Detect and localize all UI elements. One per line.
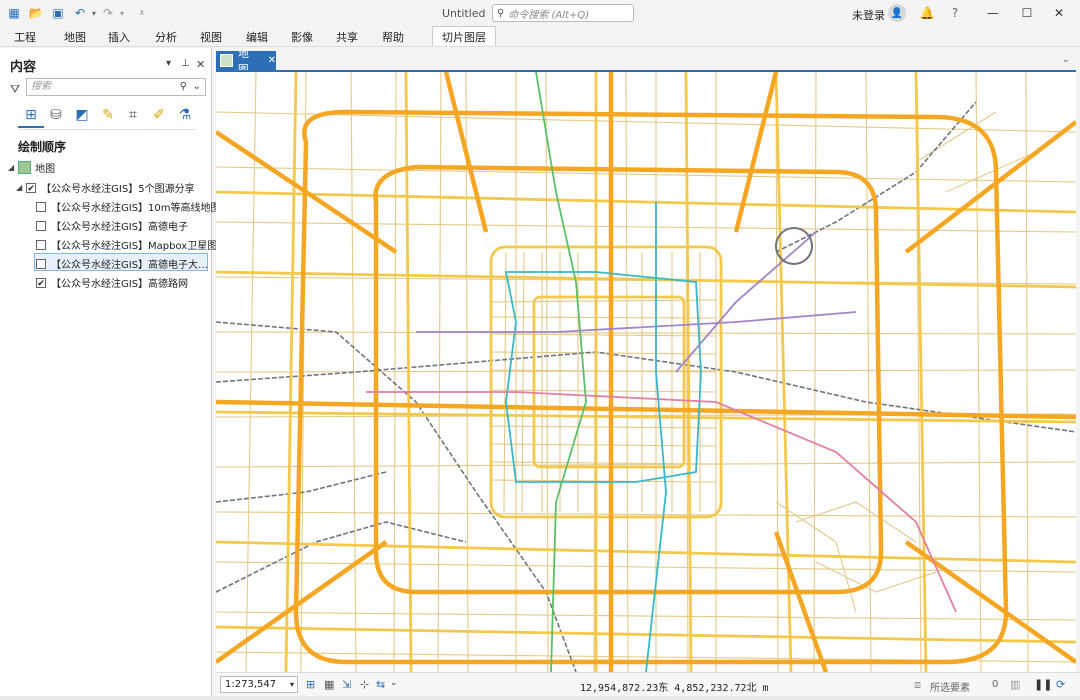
selection-icon: ⧈ xyxy=(914,678,921,691)
collapse-triangle-icon[interactable]: ◢ xyxy=(16,183,22,192)
layer-item[interactable]: 【公众号水经注GIS】高德电子 xyxy=(36,218,188,233)
layer-item[interactable]: 【公众号水经注GIS】Mapbox卫星图 xyxy=(36,237,217,252)
minimize-button[interactable]: — xyxy=(984,4,1002,22)
redo-dropdown-icon[interactable]: ▾ xyxy=(114,5,130,21)
scale-selector[interactable]: 1:273,547 ▾ xyxy=(220,676,298,693)
list-by-editing-icon[interactable]: ✎ xyxy=(99,106,117,124)
search-icon[interactable]: ⚲ xyxy=(180,79,187,95)
coordinate-readout: 12,954,872.23东 4,852,232.72北 m xyxy=(580,683,769,694)
save-icon[interactable]: ▣ xyxy=(50,5,66,21)
refresh-icon[interactable]: ⟳ xyxy=(1056,678,1065,691)
contents-search-placeholder: 搜索 xyxy=(31,81,51,92)
close-button[interactable]: ✕ xyxy=(1050,4,1068,22)
layer-checkbox[interactable] xyxy=(36,220,46,231)
fixed-zoom-icon[interactable]: ⊞ xyxy=(306,678,315,691)
open-folder-icon[interactable]: 📂 xyxy=(28,5,44,21)
layer-item[interactable]: ✔ 【公众号水经注GIS】高德路网 xyxy=(36,275,188,290)
layer-label: 【公众号水经注GIS】高德路网 xyxy=(51,279,189,290)
map-icon xyxy=(18,161,32,174)
tab-edit[interactable]: 编辑 xyxy=(246,29,268,45)
tab-analysis[interactable]: 分析 xyxy=(155,29,177,45)
ribbon-tabs: 工程 地图 插入 分析 视图 编辑 影像 共享 帮助 切片图层 xyxy=(0,26,1080,47)
layer-checkbox[interactable]: ✔ xyxy=(36,277,46,289)
title-bar: ▦ 📂 ▣ ↶ ▾ ↷ ▾ ⩡ Untitled ⚲ 命令搜索 (Alt+Q) 未… xyxy=(0,0,1080,26)
active-tool-indicator xyxy=(18,126,44,128)
map-canvas[interactable] xyxy=(216,72,1076,672)
layer-label: 【公众号水经注GIS】10m等高线地图 xyxy=(51,203,221,214)
road-network-map[interactable] xyxy=(216,72,1076,672)
pin-icon[interactable]: ⊥ xyxy=(181,58,190,69)
notification-icon[interactable]: 🔔 xyxy=(918,4,936,22)
pause-icon[interactable]: ❚❚ xyxy=(1034,678,1052,691)
search-icon: ⚲ xyxy=(497,7,505,19)
layer-label: 【公众号水经注GIS】高德电子 xyxy=(51,222,189,233)
measure-icon[interactable]: ⇲ xyxy=(342,678,351,691)
tab-tile-layer[interactable]: 切片图层 xyxy=(432,26,496,46)
maximize-button[interactable]: ☐ xyxy=(1018,4,1036,22)
command-search-placeholder: 命令搜索 (Alt+Q) xyxy=(508,9,590,21)
tab-view[interactable]: 视图 xyxy=(200,29,222,45)
close-icon[interactable]: ✕ xyxy=(268,55,276,66)
chevron-down-icon[interactable]: ⌄ xyxy=(193,79,201,95)
tab-map[interactable]: 地图 xyxy=(64,29,86,45)
status-bar: 1:273,547 ▾ ⊞ ▦ ⇲ ⊹ ⇆ ⌄ 12,954,872.23东 4,… xyxy=(216,672,1080,697)
collapse-triangle-icon[interactable]: ◢ xyxy=(8,163,14,172)
drawing-order-heading: 绘制顺序 xyxy=(18,140,67,154)
layer-checkbox[interactable] xyxy=(36,201,46,212)
list-by-perspective-icon[interactable]: ⚗ xyxy=(176,106,194,124)
tab-help[interactable]: 帮助 xyxy=(382,29,404,45)
tab-insert[interactable]: 插入 xyxy=(108,29,130,45)
login-status[interactable]: 未登录 xyxy=(852,7,885,23)
contents-search-input[interactable]: 搜索 ⚲ ⌄ xyxy=(26,78,206,96)
layer-group-label: 【公众号水经注GIS】5个图源分享 xyxy=(41,184,195,195)
map-node-label: 地图 xyxy=(35,164,56,175)
app-icon: ▦ xyxy=(8,6,20,20)
table-icon[interactable]: ▥ xyxy=(1010,678,1020,691)
layer-label: 【公众号水经注GIS】Mapbox卫星图 xyxy=(51,241,218,252)
map-icon xyxy=(220,54,233,67)
window-bottom-edge xyxy=(0,696,1080,700)
list-by-data-source-icon[interactable]: ⛁ xyxy=(47,106,65,124)
rotate-icon[interactable]: ⇆ xyxy=(376,678,385,691)
chevron-down-icon[interactable]: ▾ xyxy=(290,677,294,692)
snapping-icon[interactable]: ⊹ xyxy=(360,678,369,691)
layer-item[interactable]: 【公众号水经注GIS】10m等高线地图 xyxy=(36,199,221,214)
layer-group-node[interactable]: ◢ ✔ 【公众号水经注GIS】5个图源分享 xyxy=(16,180,195,195)
command-search-input[interactable]: ⚲ 命令搜索 (Alt+Q) xyxy=(492,4,634,22)
avatar[interactable]: 👤 xyxy=(888,4,906,22)
list-by-selection-icon[interactable]: ◩ xyxy=(73,106,91,124)
divider xyxy=(18,129,196,130)
list-by-snapping-icon[interactable]: ⌗ xyxy=(124,106,142,124)
tab-map-view[interactable]: 地图 ✕ xyxy=(216,47,276,76)
layer-label: 【公众号水经注GIS】高德电子大… xyxy=(51,260,209,271)
list-by-drawing-order-icon[interactable]: ⊞ xyxy=(22,106,40,124)
grid-icon[interactable]: ▦ xyxy=(324,678,334,691)
document-title: Untitled xyxy=(442,7,486,20)
railways xyxy=(216,101,1076,672)
customize-toolbar-icon[interactable]: ⩡ xyxy=(134,5,150,21)
scale-value: 1:273,547 xyxy=(225,679,277,690)
tab-imagery[interactable]: 影像 xyxy=(291,29,313,45)
layer-checkbox[interactable] xyxy=(36,258,46,269)
chevron-down-icon[interactable]: ⌄ xyxy=(1062,55,1070,65)
close-pane-icon[interactable]: ✕ xyxy=(196,58,205,71)
layer-item-selected[interactable]: 【公众号水经注GIS】高德电子大… xyxy=(36,256,208,271)
selected-features-label: 所选要素 xyxy=(930,683,970,694)
pane-options-icon[interactable]: ▾ xyxy=(166,58,171,69)
layer-checkbox[interactable] xyxy=(36,239,46,250)
selected-features-count: 0 xyxy=(992,679,999,690)
contents-pane: 内容 ▾ ⊥ ✕ ⛛ 搜索 ⚲ ⌄ ⊞ ⛁ ◩ ✎ ⌗ ✐ ⚗ 绘制顺序 ◢ 地图 … xyxy=(0,48,221,696)
chevron-down-icon[interactable]: ⌄ xyxy=(390,678,398,688)
filter-icon[interactable]: ⛛ xyxy=(10,82,20,97)
layer-group-checkbox[interactable]: ✔ xyxy=(26,182,37,194)
tab-share[interactable]: 共享 xyxy=(336,29,358,45)
list-by-labeling-icon[interactable]: ✐ xyxy=(150,106,168,124)
map-node[interactable]: ◢ 地图 xyxy=(8,160,55,175)
contents-title: 内容 xyxy=(10,60,37,75)
help-button[interactable]: ? xyxy=(946,4,964,22)
tab-project[interactable]: 工程 xyxy=(14,29,36,45)
